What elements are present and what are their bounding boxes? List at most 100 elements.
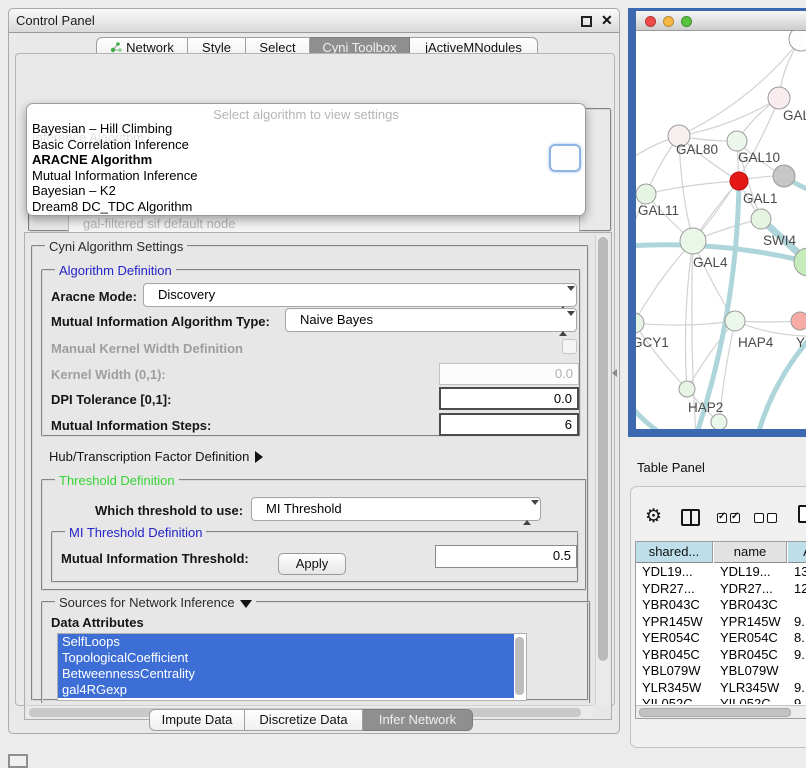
- deselect-all-icon[interactable]: [754, 513, 780, 525]
- network-node-y[interactable]: [791, 312, 806, 330]
- table-row[interactable]: YBR045CYBR045C9.: [636, 647, 806, 664]
- mi-threshold-field[interactable]: 0.5: [435, 545, 577, 568]
- sources-title[interactable]: Sources for Network Inference: [55, 595, 256, 610]
- control-panel-titlebar[interactable]: Control Panel ✕: [9, 9, 619, 33]
- network-edge[interactable]: [679, 98, 779, 136]
- network-node-gal4[interactable]: [680, 228, 706, 254]
- column-header[interactable]: name: [714, 542, 787, 563]
- gear-icon[interactable]: ⚙: [645, 507, 662, 526]
- network-edge[interactable]: [636, 403, 666, 429]
- zoom-traffic-light-icon[interactable]: [681, 16, 692, 27]
- select-all-icon[interactable]: [717, 513, 743, 525]
- network-edge[interactable]: [636, 241, 693, 323]
- minimize-traffic-light-icon[interactable]: [663, 16, 674, 27]
- network-node-gal11[interactable]: [636, 184, 656, 204]
- focused-spinner-ghost: [549, 144, 581, 172]
- algorithm-option[interactable]: Mutual Information Inference: [27, 168, 585, 184]
- network-node-hap4[interactable]: [725, 311, 745, 331]
- vertical-scrollbar[interactable]: [595, 235, 609, 705]
- table-cell: YLR345W: [642, 680, 719, 697]
- aracne-mode-combobox[interactable]: Discovery: [143, 283, 577, 307]
- stepper-icon: [559, 313, 568, 335]
- network-node-hap2[interactable]: [679, 381, 695, 397]
- table-row[interactable]: YLR345WYLR345W9.: [636, 680, 806, 697]
- cyni-algorithm-settings-title: Cyni Algorithm Settings: [45, 239, 187, 254]
- dpi-tolerance-field[interactable]: 0.0: [439, 387, 579, 410]
- network-window-titlebar[interactable]: [636, 11, 806, 31]
- network-node-gal1[interactable]: [730, 172, 748, 190]
- data-attribute-item[interactable]: TopologicalCoefficient: [58, 650, 514, 666]
- network-node[interactable]: [789, 31, 806, 51]
- node-label: HAP2: [688, 400, 723, 415]
- mi-steps-field[interactable]: 6: [439, 413, 579, 436]
- data-attribute-item[interactable]: SelfLoops: [58, 634, 514, 650]
- network-node[interactable]: [711, 414, 727, 429]
- data-attributes-list[interactable]: SelfLoopsTopologicalCoefficientBetweenne…: [57, 633, 527, 701]
- table-cell: YDL19...: [642, 564, 719, 581]
- table-cell: [794, 597, 806, 614]
- infer-network-panel: gal-filtered sif default node Select alg…: [15, 53, 615, 706]
- network-view-window: GALGAL80GAL10GAL1GAL11SWI4GAL4GCY1HAP4YH…: [628, 8, 806, 437]
- network-edge[interactable]: [696, 181, 739, 429]
- table-row[interactable]: YPR145WYPR145W9.: [636, 614, 806, 631]
- table-row[interactable]: YER054CYER054C8.: [636, 630, 806, 647]
- table-row[interactable]: YBR043CYBR043C: [636, 597, 806, 614]
- kernel-width-field[interactable]: 0.0: [439, 363, 579, 385]
- collapsed-panel-icon[interactable]: [8, 754, 28, 768]
- node-label: GCY1: [636, 335, 669, 350]
- mi-algorithm-type-combobox[interactable]: Naive Bayes: [285, 308, 577, 332]
- chevron-down-icon: [240, 600, 252, 608]
- close-traffic-light-icon[interactable]: [645, 16, 656, 27]
- table-row[interactable]: YDL19...YDL19...13: [636, 564, 806, 581]
- network-node-swi4[interactable]: [751, 209, 771, 229]
- tab-infer-network[interactable]: Infer Network: [363, 709, 473, 731]
- table-cell: 9.: [794, 614, 806, 631]
- which-threshold-combobox[interactable]: MI Threshold: [251, 497, 541, 521]
- table-row[interactable]: YDR27...YDR27...12: [636, 581, 806, 598]
- table-row[interactable]: YBL079WYBL079W: [636, 663, 806, 680]
- network-edge[interactable]: [646, 181, 739, 194]
- bottom-tabs: Impute Data Discretize Data Infer Networ…: [149, 709, 479, 731]
- table-cell: YDR27...: [642, 581, 719, 598]
- table-cell: YPR145W: [720, 614, 793, 631]
- node-label: GAL11: [638, 203, 679, 218]
- splitpane-collapse-icon[interactable]: [612, 369, 617, 377]
- network-node-gal10[interactable]: [727, 131, 747, 151]
- hub-definition-toggle[interactable]: Hub/Transcription Factor Definition: [49, 449, 263, 464]
- table-header: shared...nameA: [636, 542, 806, 563]
- algorithm-option[interactable]: ARACNE Algorithm: [27, 152, 585, 168]
- network-node[interactable]: [773, 165, 795, 187]
- kernel-width-label: Kernel Width (0,1):: [51, 367, 166, 382]
- column-header[interactable]: shared...: [636, 542, 713, 563]
- close-icon[interactable]: ✕: [601, 12, 613, 29]
- apply-button[interactable]: Apply: [278, 553, 346, 575]
- control-panel-window: Control Panel ✕ Network Style Select Cyn…: [8, 8, 620, 734]
- table-hscrollbar[interactable]: [636, 705, 806, 718]
- table-cell: YLR345W: [720, 680, 793, 697]
- network-view-inner: GALGAL80GAL10GAL1GAL11SWI4GAL4GCY1HAP4YH…: [636, 11, 806, 429]
- node-label: GAL80: [676, 142, 718, 157]
- algorithm-option[interactable]: Bayesian – K2: [27, 183, 585, 199]
- network-canvas[interactable]: GALGAL80GAL10GAL1GAL11SWI4GAL4GCY1HAP4YH…: [636, 31, 806, 429]
- manual-kernel-width-checkbox[interactable]: [562, 339, 577, 354]
- network-node-gal[interactable]: [768, 87, 790, 109]
- network-edge[interactable]: [636, 323, 687, 389]
- data-attribute-item[interactable]: gal4RGexp: [58, 682, 514, 698]
- tab-discretize-data[interactable]: Discretize Data: [245, 709, 363, 731]
- list-scrollbar-thumb[interactable]: [515, 637, 524, 695]
- table-row[interactable]: YIL052CYIL052C9.: [636, 696, 806, 704]
- mi-threshold-definition-title: MI Threshold Definition: [65, 525, 206, 540]
- tab-impute-data[interactable]: Impute Data: [149, 709, 245, 731]
- desktop: { "window": { "title": "Control Panel" }…: [0, 0, 806, 762]
- algorithm-option[interactable]: Dream8 DC_TDC Algorithm: [27, 199, 585, 215]
- vertical-scrollbar-thumb[interactable]: [598, 237, 608, 661]
- data-attribute-item[interactable]: BetweennessCentrality: [58, 666, 514, 682]
- network-node-gcy1[interactable]: [636, 313, 644, 333]
- table-cell: YBL079W: [720, 663, 793, 680]
- restore-icon[interactable]: [581, 16, 592, 27]
- document-icon[interactable]: [798, 505, 806, 523]
- algorithm-dropdown-popup: Select algorithm to view settings Bayesi…: [26, 103, 586, 216]
- split-view-icon[interactable]: [681, 509, 700, 526]
- column-header[interactable]: A: [788, 542, 806, 563]
- table-hscrollbar-thumb[interactable]: [639, 708, 791, 717]
